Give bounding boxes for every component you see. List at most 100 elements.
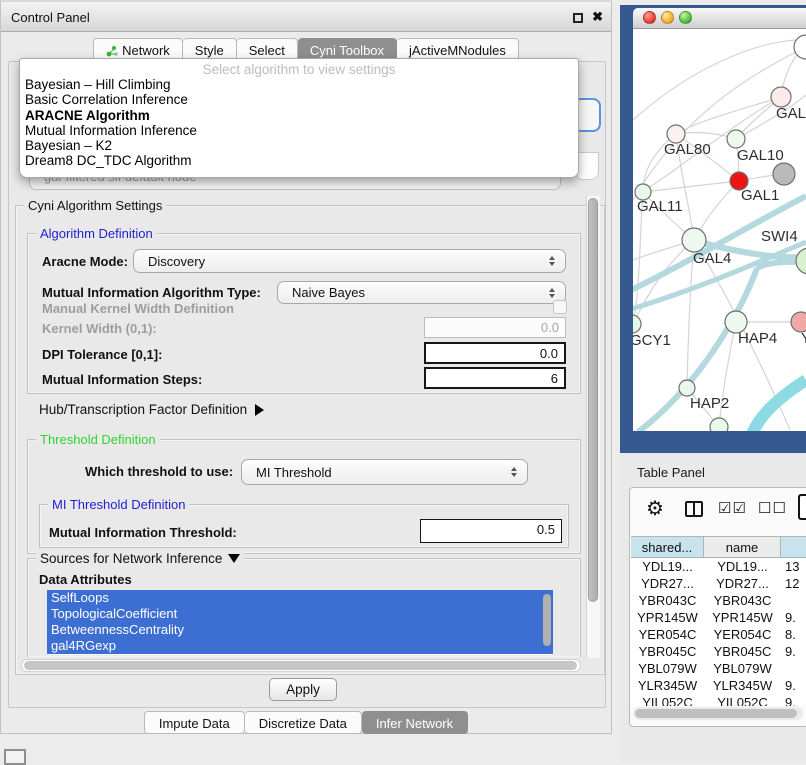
column-header[interactable]: shared... <box>631 536 704 558</box>
bottom-tabstrip: Impute DataDiscretize DataInfer Network <box>1 711 611 734</box>
hide-columns-icon[interactable]: ☐☐ <box>758 499 787 517</box>
combo-spinner-icon <box>549 256 555 266</box>
network-node-gal[interactable] <box>771 87 791 107</box>
table-row[interactable]: YBR045CYBR045C9. <box>631 643 806 660</box>
control-panel-titlebar: Control Panel ✖ <box>1 2 611 32</box>
node-label: GAL10 <box>737 147 784 164</box>
table-row[interactable]: YIL052CYIL052C9. <box>631 694 806 706</box>
minimized-panel-icon[interactable] <box>4 749 26 765</box>
node-label: GAL80 <box>664 141 711 158</box>
dropdown-item[interactable]: Dream8 DC_TDC Algorithm <box>20 153 578 168</box>
table-cell: YLR345W <box>704 677 781 694</box>
table-cell: YPR145W <box>704 609 781 626</box>
hub-definition-toggle[interactable]: Hub/Transcription Factor Definition <box>39 402 264 417</box>
network-node-swi4[interactable] <box>796 248 806 274</box>
tab-infer-network[interactable]: Infer Network <box>362 711 468 734</box>
data-attributes-list[interactable]: SelfLoopsTopologicalCoefficientBetweenne… <box>47 590 553 655</box>
column-header[interactable] <box>781 536 806 558</box>
show-columns-icon[interactable]: ☑☑ <box>718 499 747 517</box>
attribute-item[interactable]: TopologicalCoefficient <box>47 606 553 622</box>
attribute-item[interactable]: BetweennessCentrality <box>47 622 553 638</box>
network-node-y[interactable] <box>791 312 806 332</box>
mi-type-label: Mutual Information Algorithm Type: <box>42 285 261 300</box>
tab-impute-data[interactable]: Impute Data <box>144 711 245 734</box>
network-node-gcy1[interactable] <box>633 315 641 333</box>
network-window-titlebar[interactable] <box>633 8 806 29</box>
dpi-tolerance-label: DPI Tolerance [0,1]: <box>42 347 162 362</box>
mi-type-combo[interactable]: Naive Bayes <box>277 281 566 304</box>
aracne-mode-label: Aracne Mode: <box>42 254 128 269</box>
table-row[interactable]: YBR043CYBR043C <box>631 592 806 609</box>
table-hscroll-thumb[interactable] <box>635 709 797 718</box>
aracne-mode-value: Discovery <box>148 254 205 269</box>
table-body: YDL19...YDL19...13YDR27...YDR27...12YBR0… <box>631 558 806 706</box>
dropdown-item[interactable]: Bayesian – Hill Climbing <box>20 77 578 92</box>
node-label: HAP4 <box>738 330 777 347</box>
column-header[interactable]: name <box>704 536 781 558</box>
control-panel-title: Control Panel <box>11 10 90 25</box>
network-node[interactable] <box>710 418 728 431</box>
sources-title: Sources for Network Inference <box>40 551 222 566</box>
mi-threshold-field[interactable]: 0.5 <box>420 519 562 543</box>
network-node-hap2[interactable] <box>679 380 695 396</box>
network-edge[interactable] <box>676 97 781 134</box>
manual-kernel-checkbox[interactable] <box>553 300 567 314</box>
gear-icon[interactable]: ⚙ <box>646 496 664 521</box>
table-row[interactable]: YBL079WYBL079W <box>631 660 806 677</box>
float-window-icon[interactable] <box>573 13 583 23</box>
table-row[interactable]: YDL19...YDL19...13 <box>631 558 806 575</box>
node-label: GAL <box>776 105 806 122</box>
combo-spinner-icon <box>511 467 517 477</box>
settings-hscroll-thumb[interactable] <box>24 661 577 670</box>
attribute-item[interactable]: SelfLoops <box>47 590 553 606</box>
table-row[interactable]: YPR145WYPR145W9. <box>631 609 806 626</box>
maximize-traffic-icon[interactable] <box>679 11 692 24</box>
collapse-arrow-down-icon <box>228 554 240 563</box>
apply-button[interactable]: Apply <box>269 678 337 701</box>
which-threshold-combo[interactable]: MI Threshold <box>241 459 528 485</box>
close-traffic-icon[interactable] <box>643 11 656 24</box>
table-row[interactable]: YDR27...YDR27...12 <box>631 575 806 592</box>
table-cell <box>781 660 806 677</box>
node-label: GAL4 <box>693 250 731 267</box>
manual-kernel-label: Manual Kernel Width Definition <box>42 301 234 316</box>
table-cell: YIL052C <box>704 694 781 706</box>
table-cell: YBR043C <box>704 592 781 609</box>
attribute-item[interactable]: gal4RGexp <box>47 638 553 654</box>
table-function-icon[interactable] <box>798 494 806 520</box>
sources-toggle[interactable]: Sources for Network Inference <box>36 551 244 566</box>
dpi-tolerance-field[interactable]: 0.0 <box>424 342 566 364</box>
node-label: SWI4 <box>761 228 798 245</box>
node-label: GAL11 <box>637 198 683 215</box>
settings-vscroll-thumb[interactable] <box>588 198 598 602</box>
dropdown-item[interactable]: Basic Correlation Inference <box>20 92 578 107</box>
table-cell: 13 <box>781 558 806 575</box>
table-cell: YBL079W <box>704 660 781 677</box>
mi-threshold-label: Mutual Information Threshold: <box>49 525 237 540</box>
aracne-mode-combo[interactable]: Discovery <box>133 249 566 273</box>
tab-discretize-data[interactable]: Discretize Data <box>245 711 362 734</box>
mi-steps-label: Mutual Information Steps: <box>42 372 202 387</box>
dropdown-item[interactable]: ARACNE Algorithm <box>20 108 578 123</box>
column-browser-icon[interactable] <box>685 501 703 517</box>
mi-steps-field[interactable]: 6 <box>424 367 566 389</box>
table-row[interactable]: YER054CYER054C8. <box>631 626 806 643</box>
close-icon[interactable]: ✖ <box>592 9 603 25</box>
table-cell: YLR345W <box>631 677 704 694</box>
network-canvas[interactable]: GALGAL80GAL10GAL1GAL11GAL4SWI4GCY1HAP4YH… <box>633 29 806 431</box>
threshold-definition-title: Threshold Definition <box>36 432 160 447</box>
table-cell: 8. <box>781 626 806 643</box>
network-edge-highlighted[interactable] <box>752 380 806 431</box>
table-row[interactable]: YLR345WYLR345W9. <box>631 677 806 694</box>
kernel-width-field[interactable]: 0.0 <box>424 317 566 338</box>
tab-label: Select <box>249 43 285 58</box>
network-node[interactable] <box>773 163 795 185</box>
dropdown-item[interactable]: Bayesian – K2 <box>20 138 578 153</box>
network-node-gal4[interactable] <box>682 228 706 252</box>
collapse-arrow-right-icon <box>255 404 264 416</box>
dropdown-item[interactable]: Mutual Information Inference <box>20 123 578 138</box>
attributes-scrollbar[interactable] <box>543 594 551 646</box>
node-label: HAP2 <box>690 395 729 412</box>
minimize-traffic-icon[interactable] <box>661 11 674 24</box>
network-node-gal10[interactable] <box>727 130 745 148</box>
